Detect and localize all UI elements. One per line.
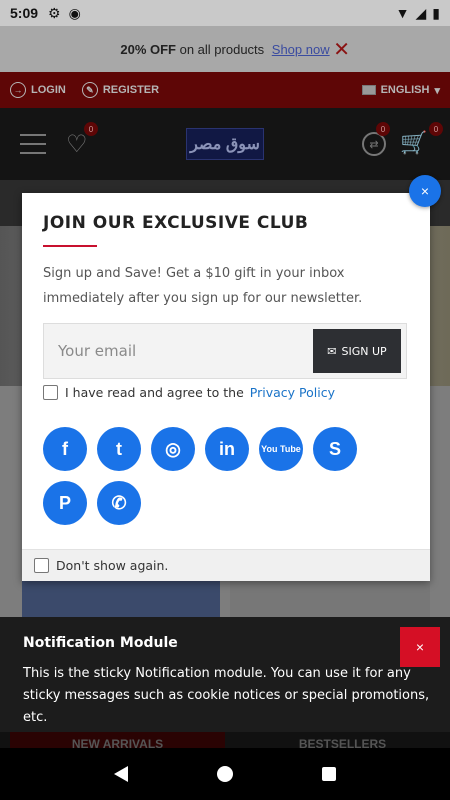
promo-text: on all products (176, 41, 268, 57)
agree-checkbox[interactable] (43, 385, 58, 400)
newsletter-modal: JOIN OUR EXCLUSIVE CLUB Sign up and Save… (22, 193, 430, 581)
promo-close-icon[interactable]: ✕ (333, 37, 350, 62)
recent-apps-icon[interactable] (321, 767, 336, 781)
android-nav-bar (0, 748, 450, 800)
notification-text: This is the sticky Notification module. … (23, 666, 430, 725)
product-card-image (22, 580, 220, 620)
signal-icon: ◢ (415, 4, 427, 21)
compare-badge: 0 (376, 122, 390, 136)
site-logo[interactable]: سوق مصر (186, 128, 264, 160)
agree-label: I have read and agree to the (65, 385, 244, 400)
title-underline (43, 245, 97, 247)
modal-footer: Don't show again. (22, 549, 430, 581)
dont-show-checkbox[interactable] (34, 558, 49, 573)
notification-title: Notification Module (23, 635, 178, 651)
youtube-icon[interactable]: You Tube (259, 427, 303, 471)
notification-close-button[interactable]: × (400, 627, 440, 667)
wishlist-icon[interactable]: ♡ (66, 130, 88, 159)
language-label: ENGLISH (380, 84, 430, 96)
top-nav: → LOGIN ✎ REGISTER ENGLISH ▾ (0, 72, 450, 108)
email-field[interactable] (44, 324, 312, 378)
modal-close-button[interactable]: × (409, 175, 441, 207)
login-link[interactable]: → LOGIN (10, 82, 66, 98)
facebook-icon[interactable]: f (43, 427, 87, 471)
status-time: 5:09 (10, 5, 39, 21)
menu-icon[interactable] (20, 134, 46, 154)
signup-button[interactable]: ✉ SIGN UP (313, 329, 401, 373)
chevron-down-icon: ▾ (434, 84, 440, 97)
cart-badge: 0 (429, 122, 443, 136)
shop-now-link[interactable]: Shop now (272, 42, 330, 57)
language-selector[interactable]: ENGLISH ▾ (361, 84, 440, 97)
instagram-icon[interactable]: ◎ (151, 427, 195, 471)
status-bar: 5:09 ⚙ ◉ ▼ ◢ ▮ (0, 0, 450, 26)
newsletter-form: ✉ SIGN UP (43, 323, 407, 379)
settings-icon: ⚙ (48, 4, 61, 21)
envelope-icon: ✉ (327, 344, 337, 358)
social-links: f t ◎ in You Tube S P ✆ (43, 427, 373, 525)
pencil-icon: ✎ (81, 82, 98, 98)
whatsapp-icon[interactable]: ✆ (97, 481, 141, 525)
back-icon[interactable] (114, 766, 129, 782)
privacy-policy-link[interactable]: Privacy Policy (250, 385, 335, 400)
skype-icon[interactable]: S (313, 427, 357, 471)
sync-icon: ◉ (68, 4, 81, 21)
register-link[interactable]: ✎ REGISTER (81, 82, 160, 98)
wifi-icon: ▼ (395, 5, 410, 21)
notification-module: Notification Module This is the sticky N… (0, 617, 450, 732)
linkedin-icon[interactable]: in (205, 427, 249, 471)
register-label: REGISTER (102, 84, 160, 96)
battery-icon: ▮ (432, 4, 440, 21)
cart-icon[interactable]: 🛒 (400, 130, 427, 156)
modal-title: JOIN OUR EXCLUSIVE CLUB (43, 213, 309, 233)
product-card-image (230, 580, 430, 620)
privacy-agreement: I have read and agree to the Privacy Pol… (43, 385, 335, 400)
promo-highlight: 20% OFF (120, 41, 176, 57)
home-icon[interactable] (216, 766, 233, 782)
login-label: LOGIN (31, 84, 66, 96)
flag-icon (361, 85, 376, 95)
pinterest-icon[interactable]: P (43, 481, 87, 525)
modal-description: Sign up and Save! Get a $10 gift in your… (43, 266, 363, 306)
wishlist-badge: 0 (84, 122, 98, 136)
signup-label: SIGN UP (341, 344, 387, 358)
twitter-icon[interactable]: t (97, 427, 141, 471)
login-icon: → (10, 82, 26, 98)
site-header: ♡ 0 سوق مصر ⇄ 0 🛒 0 (0, 108, 450, 180)
dont-show-label: Don't show again. (56, 558, 169, 573)
promo-bar: 20% OFF on all products Shop now ✕ (0, 26, 450, 72)
